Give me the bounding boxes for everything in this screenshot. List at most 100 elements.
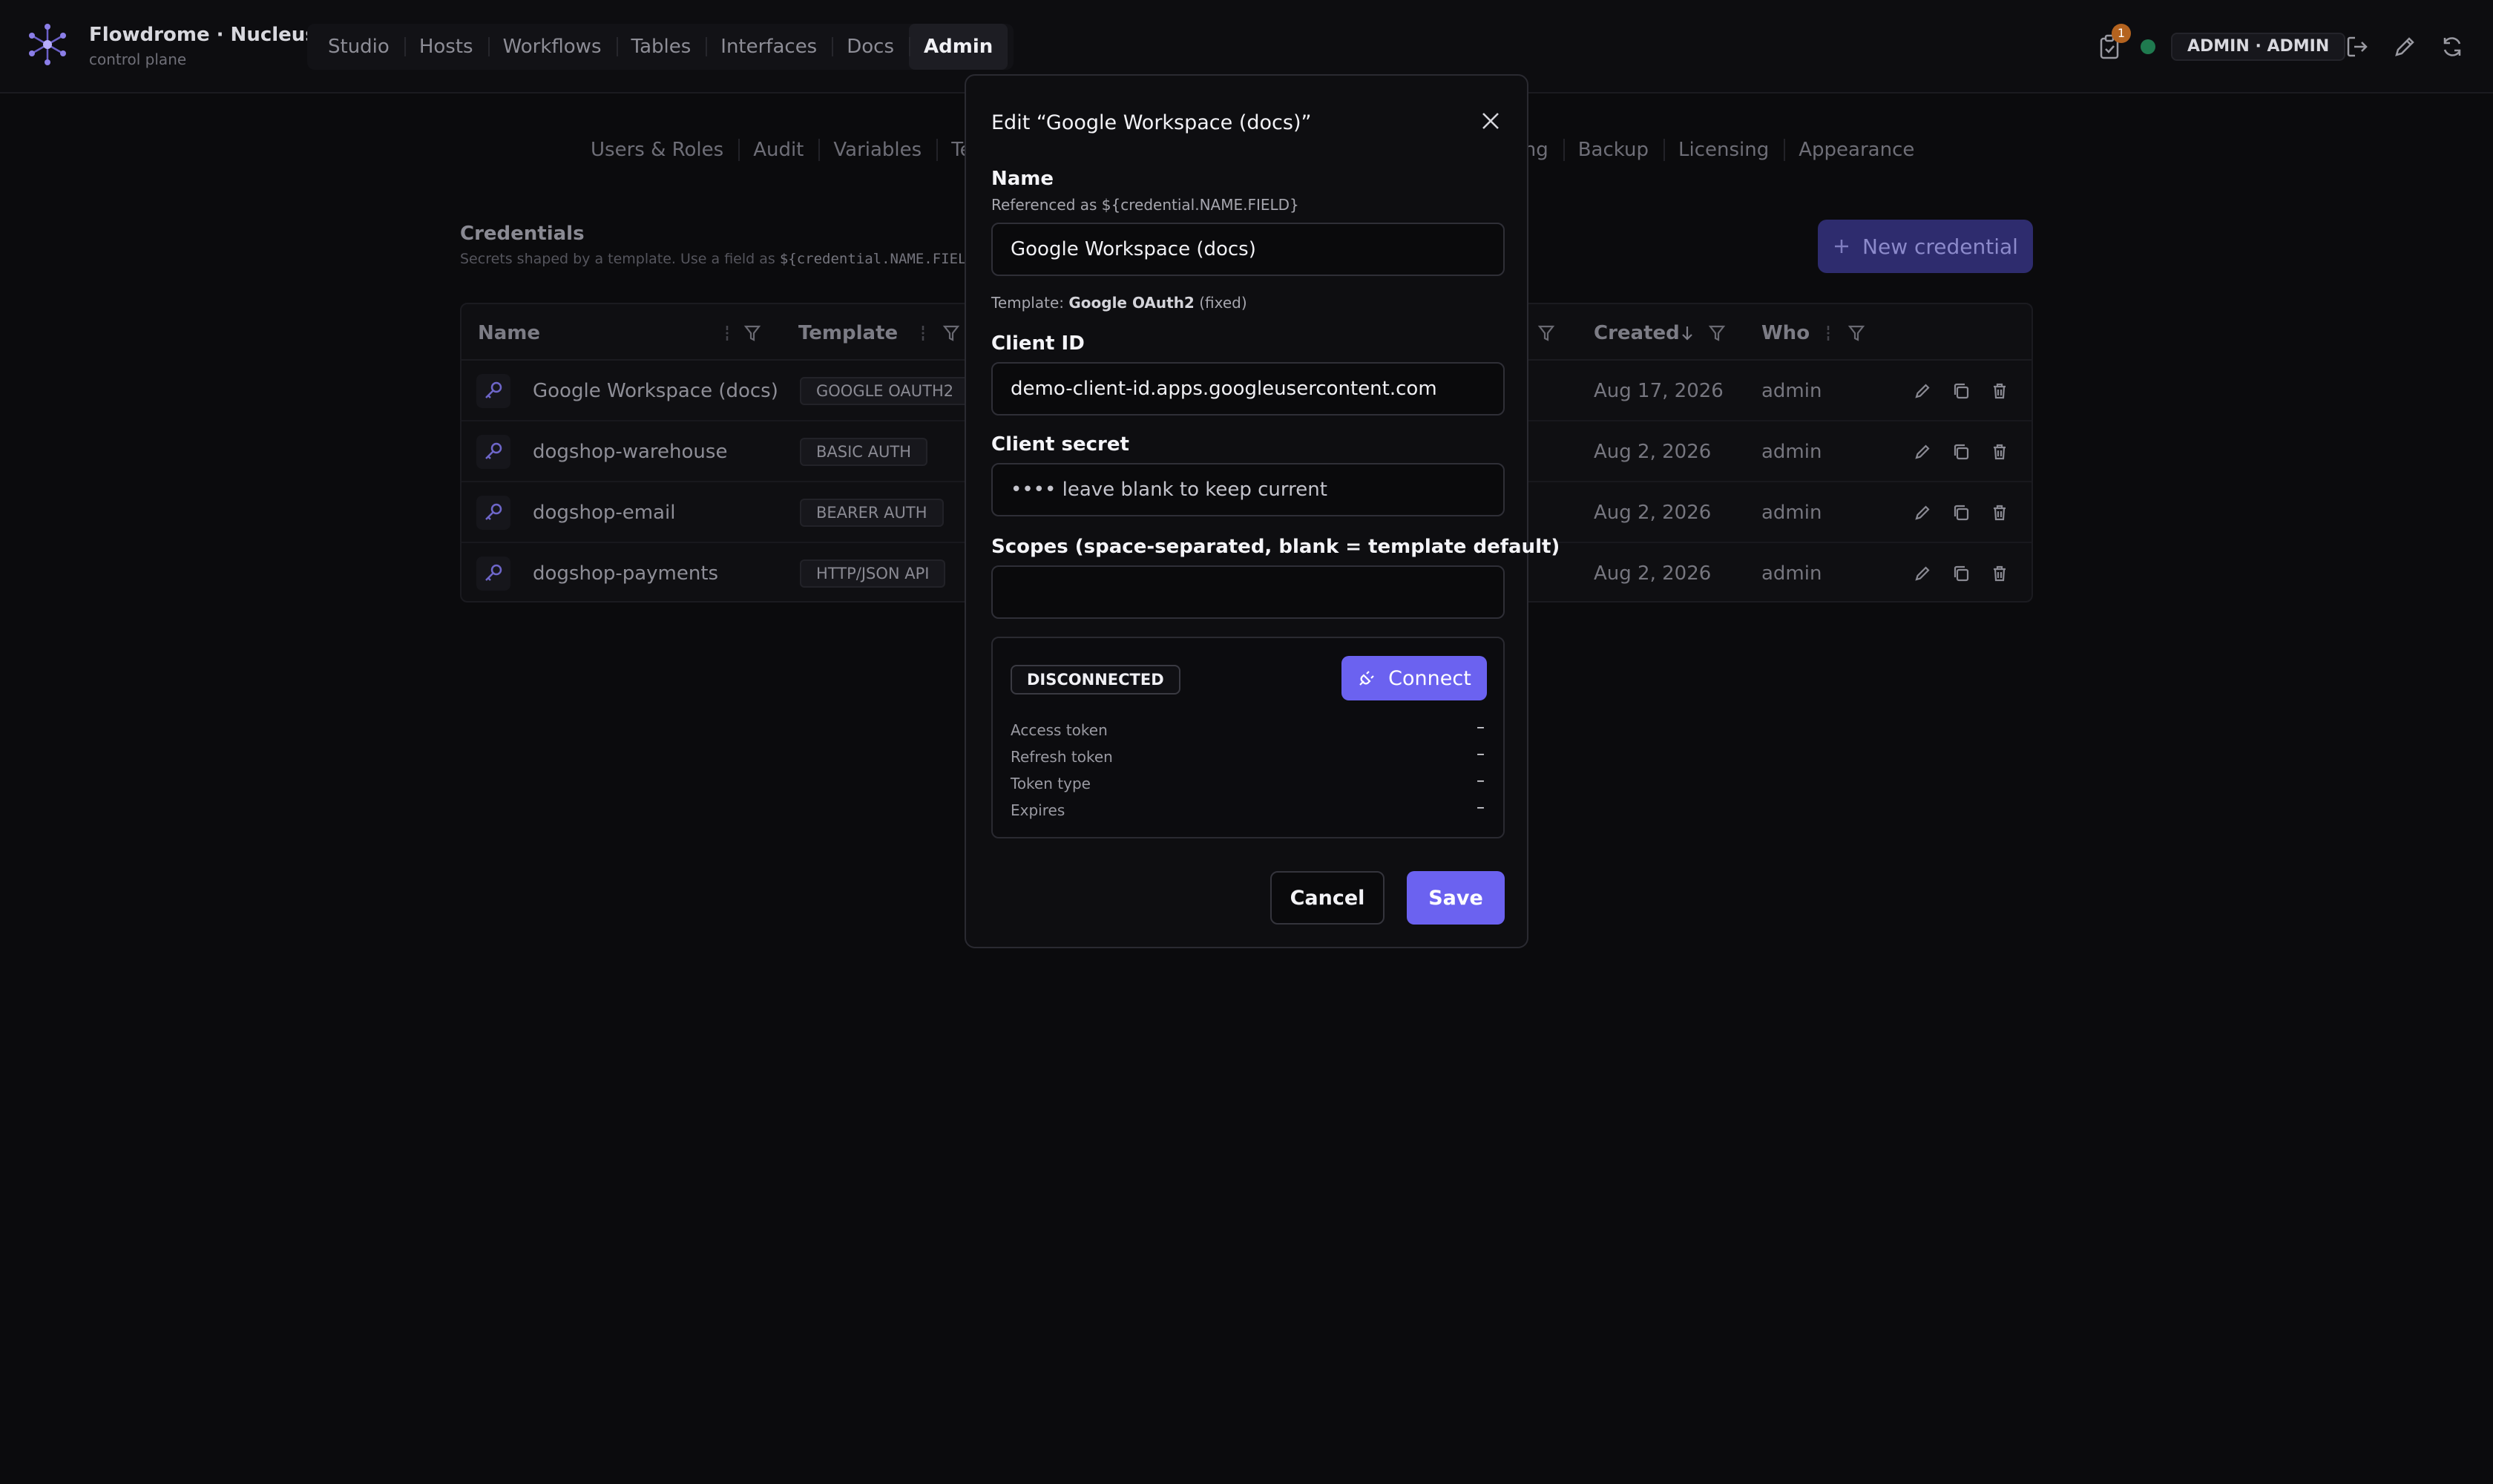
new-credential-label: New credential	[1862, 234, 2018, 259]
delete-row-icon[interactable]	[1987, 378, 2012, 404]
nav-hosts[interactable]: Hosts	[404, 24, 488, 70]
row-template-tag: HTTP/JSON API	[800, 559, 946, 588]
dialog-title: Edit “Google Workspace (docs)”	[991, 111, 1312, 134]
row-created: Aug 2, 2026	[1594, 562, 1712, 585]
client-secret-input[interactable]	[991, 463, 1505, 516]
expires-key: Expires	[1011, 801, 1065, 819]
subnav-licensing[interactable]: Licensing	[1663, 139, 1784, 161]
key-icon	[476, 435, 510, 469]
app-title: Flowdrome · Nucleus	[89, 24, 317, 46]
oauth-connection-panel: DISCONNECTED Connect Access token – Refr…	[991, 637, 1505, 838]
sort-icon[interactable]	[1819, 324, 1837, 343]
section-title: Credentials	[460, 223, 585, 245]
delete-row-icon[interactable]	[1987, 439, 2012, 464]
edit-row-icon[interactable]	[1910, 561, 1935, 586]
admin-subnav: Users & Roles Audit Variables Tena	[576, 131, 1011, 169]
header-who[interactable]: Who	[1761, 322, 1810, 344]
filter-icon[interactable]	[743, 324, 761, 343]
subnav-users-roles[interactable]: Users & Roles	[576, 139, 738, 161]
new-credential-button[interactable]: New credential	[1818, 220, 2033, 273]
sort-icon[interactable]	[718, 324, 736, 343]
subnav-backup[interactable]: Backup	[1563, 139, 1663, 161]
delete-row-icon[interactable]	[1987, 500, 2012, 525]
copy-row-icon[interactable]	[1948, 378, 1974, 404]
edit-credential-dialog: Edit “Google Workspace (docs)” Name Refe…	[965, 74, 1560, 948]
tasks-count-badge: 1	[2112, 24, 2131, 43]
template-hint-suffix: (fixed)	[1194, 294, 1247, 312]
sort-desc-arrow-icon[interactable]	[1678, 324, 1696, 343]
key-icon	[476, 496, 510, 530]
row-template-tag: BASIC AUTH	[800, 438, 927, 466]
filter-icon[interactable]	[942, 324, 960, 343]
nav-interfaces[interactable]: Interfaces	[706, 24, 832, 70]
subnav-appearance[interactable]: Appearance	[1784, 139, 1929, 161]
subnav-audit[interactable]: Audit	[738, 139, 818, 161]
access-token-key: Access token	[1011, 721, 1108, 739]
row-template-tag: GOOGLE OAUTH2	[800, 377, 970, 405]
edit-row-icon[interactable]	[1910, 439, 1935, 464]
copy-row-icon[interactable]	[1948, 561, 1974, 586]
key-icon	[476, 556, 510, 591]
cancel-button[interactable]: Cancel	[1270, 871, 1385, 925]
row-name: dogshop-email	[533, 502, 676, 524]
refresh-token-key: Refresh token	[1011, 748, 1113, 766]
filter-icon[interactable]	[1708, 324, 1726, 343]
row-created: Aug 17, 2026	[1594, 380, 1724, 402]
template-hint: Template: Google OAuth2 (fixed)	[991, 294, 1247, 312]
connect-button[interactable]: Connect	[1341, 656, 1487, 700]
app-subtitle: control plane	[89, 50, 187, 68]
expires-value: –	[1477, 798, 1485, 817]
header-template[interactable]: Template	[798, 322, 898, 344]
header-created[interactable]: Created	[1594, 322, 1680, 344]
row-created: Aug 2, 2026	[1594, 441, 1712, 463]
template-hint-prefix: Template:	[991, 294, 1069, 312]
save-button[interactable]: Save	[1407, 871, 1505, 925]
section-subtitle-code: ${credential.NAME.FIELD}	[779, 251, 984, 267]
row-name: dogshop-payments	[533, 562, 719, 585]
refresh-icon[interactable]	[2440, 34, 2465, 59]
filter-icon[interactable]	[1847, 324, 1865, 343]
name-input[interactable]	[991, 223, 1505, 276]
connect-label: Connect	[1388, 666, 1471, 690]
subnav-variables[interactable]: Variables	[818, 139, 936, 161]
main-nav: Studio Hosts Workflows Tables Interfaces…	[307, 24, 1014, 70]
client-id-input[interactable]	[991, 362, 1505, 416]
copy-row-icon[interactable]	[1948, 500, 1974, 525]
filter-icon[interactable]	[1537, 324, 1555, 343]
access-token-value: –	[1477, 718, 1485, 737]
scopes-input[interactable]	[991, 565, 1505, 619]
edit-row-icon[interactable]	[1910, 378, 1935, 404]
user-badge[interactable]: ADMIN · ADMIN	[2171, 33, 2346, 61]
sort-icon[interactable]	[914, 324, 932, 343]
token-type-value: –	[1477, 772, 1485, 790]
copy-row-icon[interactable]	[1948, 439, 1974, 464]
header-name[interactable]: Name	[478, 322, 540, 344]
logout-icon[interactable]	[2345, 34, 2370, 59]
row-who: admin	[1761, 380, 1822, 402]
flowdrome-logo-icon[interactable]	[25, 22, 70, 67]
scopes-label: Scopes (space-separated, blank = templat…	[991, 536, 1560, 558]
delete-row-icon[interactable]	[1987, 561, 2012, 586]
connection-status-dot	[2141, 39, 2155, 54]
refresh-token-value: –	[1477, 745, 1485, 764]
nav-workflows[interactable]: Workflows	[487, 24, 617, 70]
plus-icon	[1833, 237, 1850, 255]
row-template-tag: BEARER AUTH	[800, 499, 944, 527]
row-name: dogshop-warehouse	[533, 441, 728, 463]
section-subtitle: Secrets shaped by a template. Use a fiel…	[460, 251, 983, 267]
row-who: admin	[1761, 441, 1822, 463]
edit-pencil-icon[interactable]	[2392, 34, 2417, 59]
nav-tables[interactable]: Tables	[616, 24, 706, 70]
admin-subnav-right: ging Backup Licensing Appearance	[1506, 131, 1929, 169]
nav-docs[interactable]: Docs	[832, 24, 909, 70]
nav-studio[interactable]: Studio	[313, 24, 404, 70]
connection-status-badge: DISCONNECTED	[1011, 665, 1180, 695]
row-who: admin	[1761, 502, 1822, 524]
token-type-key: Token type	[1011, 775, 1091, 792]
edit-row-icon[interactable]	[1910, 500, 1935, 525]
name-label: Name	[991, 168, 1054, 190]
row-name: Google Workspace (docs)	[533, 380, 778, 402]
plug-icon	[1357, 669, 1376, 688]
close-icon[interactable]	[1478, 108, 1503, 134]
nav-admin[interactable]: Admin	[909, 24, 1008, 70]
